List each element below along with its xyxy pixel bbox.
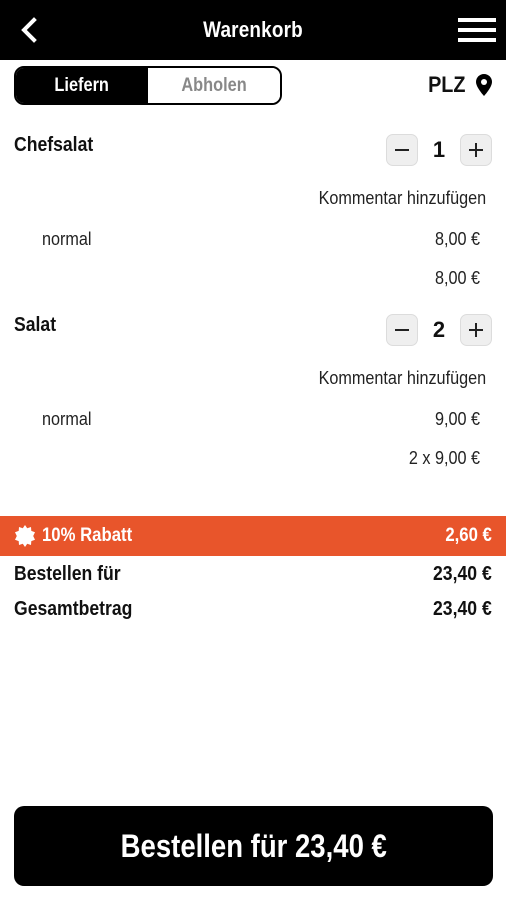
unit-price: 9,00 € <box>434 409 480 429</box>
unit-price: 8,00 € <box>434 229 480 249</box>
discount-label: 10% Rabatt <box>42 525 133 546</box>
add-comment-link[interactable]: Kommentar hinzufügen <box>319 188 486 209</box>
minus-icon <box>395 149 409 151</box>
total-label: Gesamtbetrag <box>14 598 133 620</box>
total-amount: 23,40 € <box>433 598 492 620</box>
line-total: 2 x 9,00 € <box>408 448 480 468</box>
tab-abholen[interactable]: Abholen <box>148 68 280 103</box>
discount-badge-icon <box>15 525 35 547</box>
quantity-stepper: 2 <box>386 314 492 346</box>
quantity-stepper: 1 <box>386 134 492 166</box>
decrease-button[interactable] <box>386 314 418 346</box>
total-row: Gesamtbetrag 23,40 € <box>14 598 492 624</box>
quantity-value: 1 <box>432 137 446 162</box>
postal-code-label: PLZ <box>428 72 466 97</box>
item-name: Chefsalat <box>14 134 94 156</box>
item-name: Salat <box>14 314 57 336</box>
add-comment-link[interactable]: Kommentar hinzufügen <box>319 368 486 389</box>
increase-button[interactable] <box>460 314 492 346</box>
plus-icon <box>469 323 483 337</box>
plus-icon <box>469 143 483 157</box>
page-title: Warenkorb <box>203 17 303 42</box>
top-bar: Warenkorb <box>0 0 506 60</box>
line-total: 8,00 € <box>434 268 480 288</box>
order-label: Bestellen für <box>14 563 121 585</box>
postal-code-selector[interactable]: PLZ <box>426 72 492 98</box>
item-variant: normal <box>42 229 92 249</box>
discount-banner: 10% Rabatt 2,60 € <box>0 516 506 556</box>
menu-button[interactable] <box>458 14 496 46</box>
location-pin-icon <box>476 74 492 96</box>
discount-amount: 2,60 € <box>445 525 492 546</box>
hamburger-menu-icon <box>458 18 496 42</box>
order-summary-row: Bestellen für 23,40 € <box>14 563 492 589</box>
increase-button[interactable] <box>460 134 492 166</box>
place-order-label: Bestellen für 23,40 € <box>120 827 387 864</box>
quantity-value: 2 <box>432 317 446 342</box>
item-variant: normal <box>42 409 92 429</box>
decrease-button[interactable] <box>386 134 418 166</box>
delivery-mode-toggle: Liefern Abholen <box>14 66 282 105</box>
place-order-button[interactable]: Bestellen für 23,40 € <box>14 806 493 886</box>
tab-liefern[interactable]: Liefern <box>16 68 148 103</box>
order-amount: 23,40 € <box>433 563 492 585</box>
minus-icon <box>395 329 409 331</box>
